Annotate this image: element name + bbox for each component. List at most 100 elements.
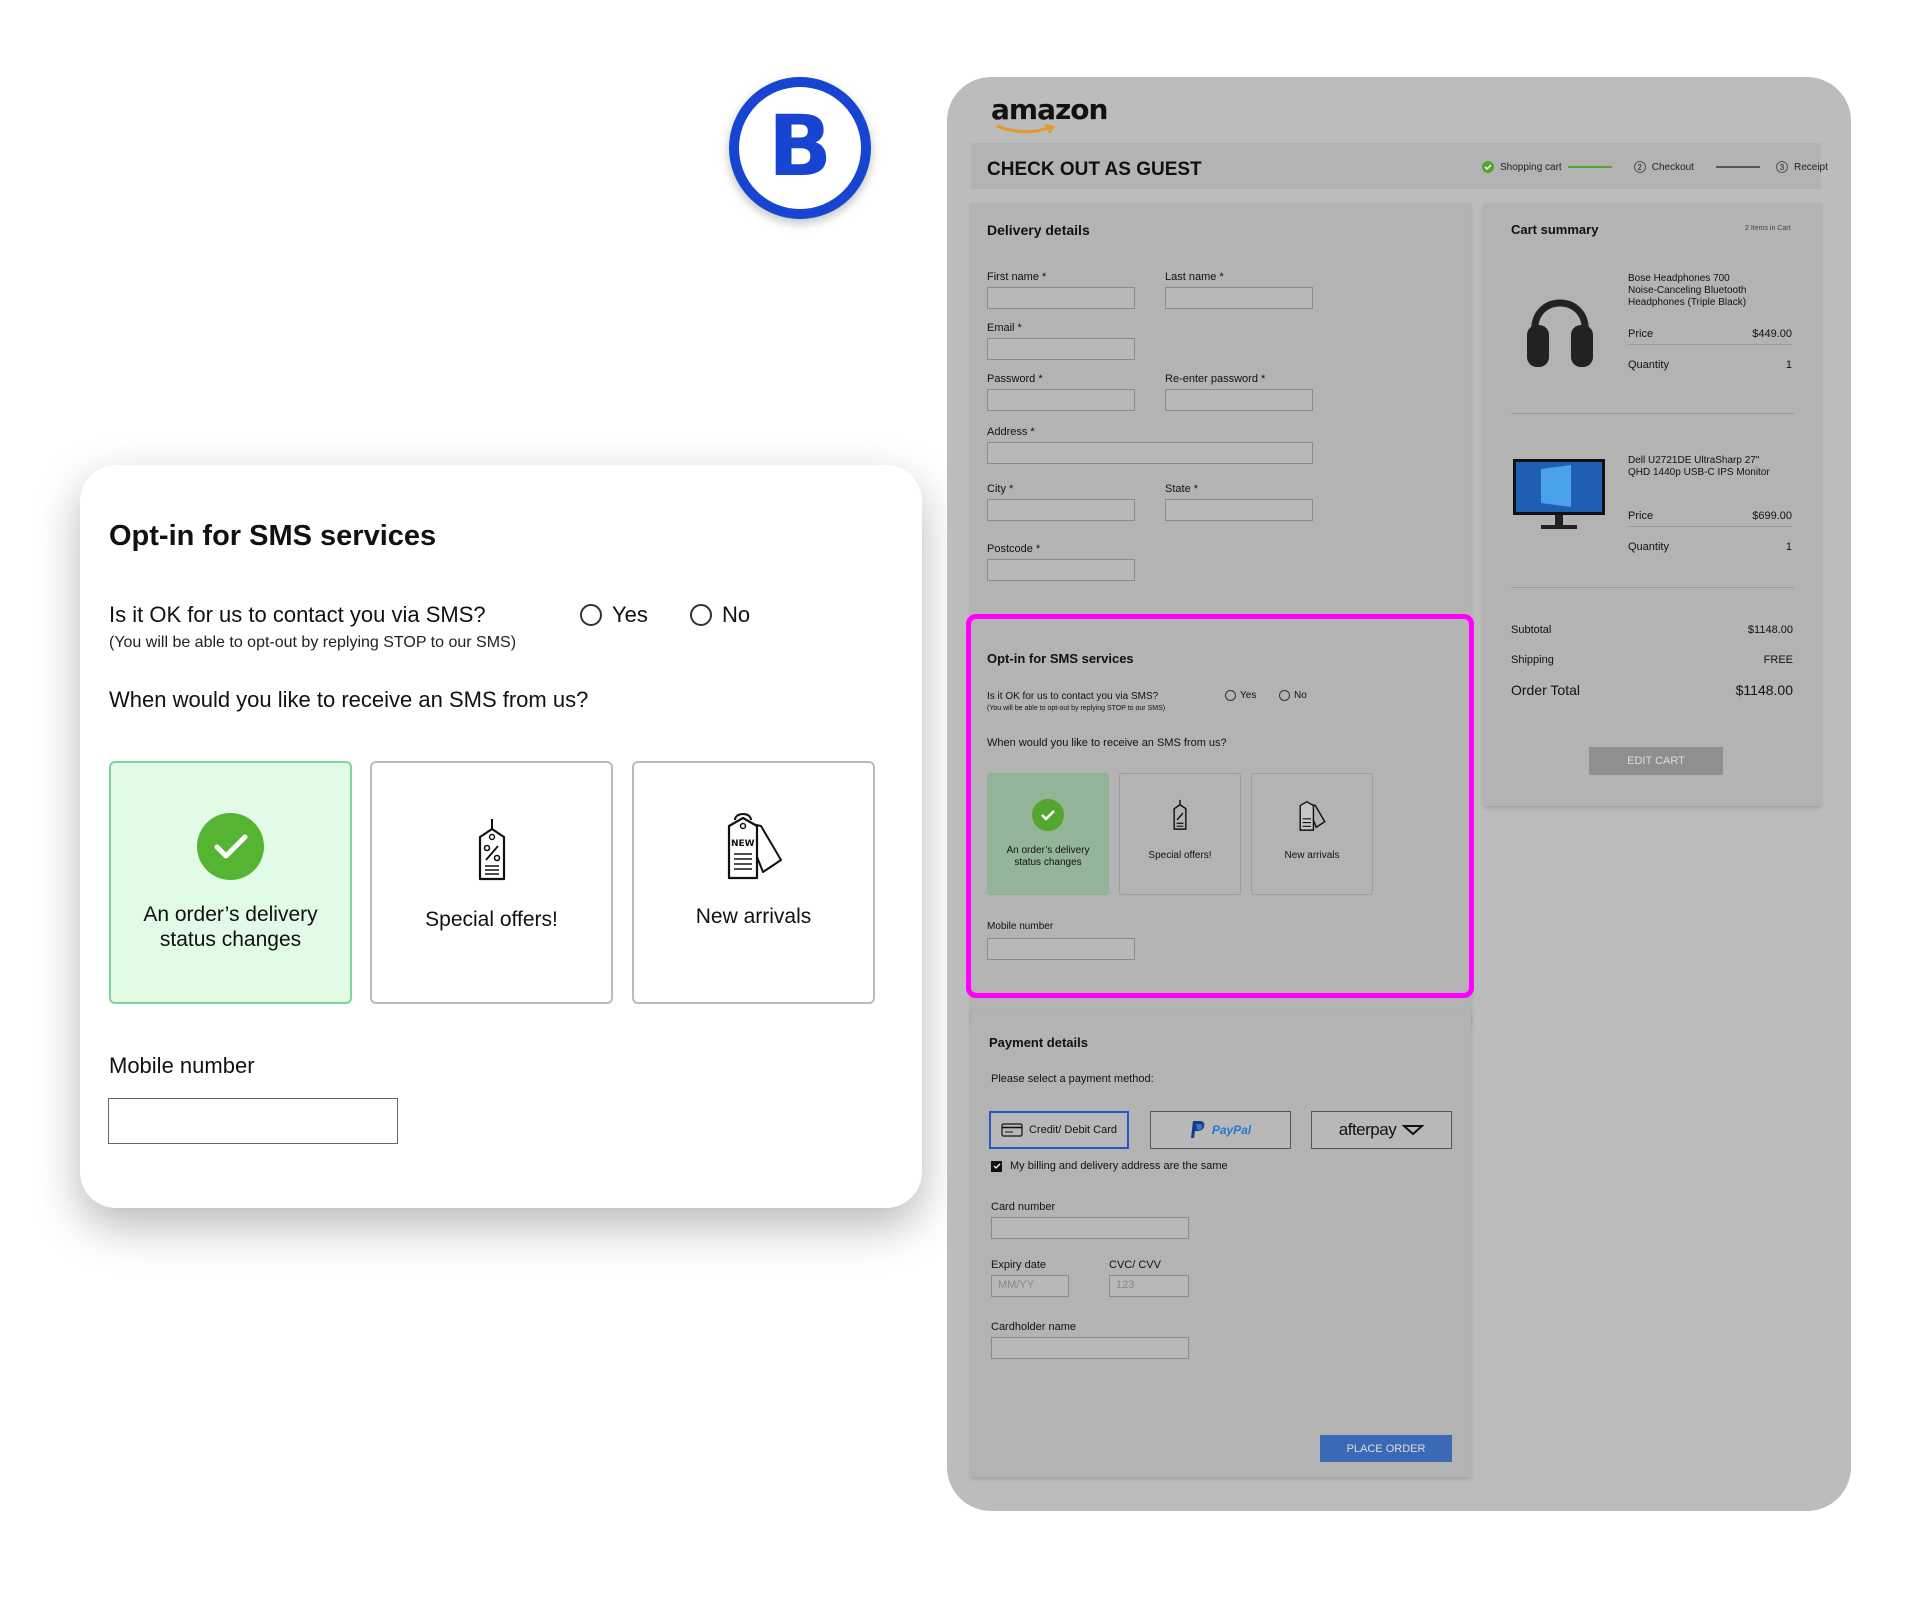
cardholder-input[interactable] (991, 1337, 1189, 1359)
credit-card-method-button[interactable]: Credit/ Debit Card (989, 1111, 1129, 1149)
item-name-line: Headphones (Triple Black) (1628, 297, 1747, 308)
item-1-qty-row: Quantity 1 (1628, 359, 1792, 371)
zoom-radio-no[interactable]: No (690, 602, 750, 628)
payment-title: Payment details (989, 1035, 1088, 1050)
no-label: No (722, 602, 751, 627)
address-label: Address * (987, 426, 1035, 438)
qty-label: Quantity (1628, 541, 1669, 553)
variant-badge: B (729, 77, 871, 219)
city-label: City * (987, 483, 1014, 495)
step-label: Checkout (1651, 161, 1694, 173)
reenter-password-input[interactable] (1165, 389, 1313, 411)
zoom-radio-yes[interactable]: Yes (580, 602, 648, 628)
price-tag-icon (478, 819, 505, 881)
option-label: An order’s delivery (143, 903, 318, 926)
item-1-price-row: Price $449.00 (1628, 328, 1792, 340)
checkout-screenshot-panel: amazon CHECK OUT AS GUEST Shopping cart … (947, 77, 1851, 1511)
password-input[interactable] (987, 389, 1135, 411)
same-address-checkbox[interactable]: My billing and delivery address are the … (991, 1160, 1228, 1172)
option-label: New arrivals (695, 905, 812, 928)
step-label: Receipt (1793, 161, 1828, 173)
card-number-input[interactable] (991, 1217, 1189, 1239)
afterpay-logo-icon (1402, 1125, 1425, 1136)
yes-label: Yes (612, 602, 648, 627)
edit-cart-button[interactable]: EDIT CART (1589, 747, 1723, 775)
zoom-title: Opt-in for SMS services (109, 520, 437, 552)
paypal-method-button[interactable]: PayPal (1150, 1111, 1291, 1149)
price-label: Price (1628, 510, 1654, 522)
svg-text:NEW: NEW (731, 839, 755, 849)
step-number-icon: 2 (1633, 161, 1646, 173)
new-tag-icon: NEW (727, 813, 782, 880)
checkout-title: CHECK OUT AS GUEST (987, 159, 1202, 180)
shipping-row: Shipping FREE (1511, 654, 1793, 666)
item-2-price-row: Price $699.00 (1628, 510, 1792, 522)
last-name-label: Last name * (1165, 271, 1224, 283)
zoom-when-label: When would you like to receive an SMS fr… (109, 687, 589, 712)
divider (1511, 413, 1794, 414)
check-icon (197, 813, 264, 880)
card-number-label: Card number (991, 1201, 1056, 1213)
cvc-input[interactable]: 123 (1109, 1275, 1189, 1297)
payment-select-label: Please select a payment method: (991, 1073, 1154, 1085)
zoom-question: Is it OK for us to contact you via SMS? (109, 602, 486, 627)
checkbox-checked-icon (991, 1160, 1002, 1172)
amazon-logo: amazon (991, 93, 1108, 126)
zoom-option-new-arrivals[interactable]: NEW New arrivals (632, 761, 875, 1004)
credit-card-icon (1001, 1123, 1023, 1137)
step-number-icon: 3 (1775, 161, 1788, 173)
qty-value: 1 (1785, 541, 1792, 553)
order-total-value: $1148.00 (1735, 682, 1793, 698)
cart-title: Cart summary (1511, 222, 1599, 237)
zoom-option-delivery-status[interactable]: An order’s delivery status changes (109, 761, 352, 1004)
radio-circle-icon (580, 604, 602, 626)
city-input[interactable] (987, 499, 1135, 521)
email-input[interactable] (987, 338, 1135, 360)
zoom-mobile-input[interactable] (108, 1098, 398, 1144)
order-total-row: Order Total $1148.00 (1511, 682, 1793, 698)
afterpay-label: afterpay (1338, 1120, 1397, 1139)
price-value: $699.00 (1752, 510, 1792, 522)
paypal-label: PayPal (1211, 1123, 1252, 1137)
postcode-label: Postcode * (987, 543, 1041, 555)
qty-value: 1 (1785, 359, 1792, 371)
shipping-label: Shipping (1511, 654, 1554, 666)
option-label: status changes (159, 928, 302, 951)
item-2-qty-row: Quantity 1 (1628, 541, 1792, 553)
address-input[interactable] (987, 442, 1313, 464)
headphones-image (1527, 299, 1593, 367)
item-1-name: Bose Headphones 700 Noise-Canceling Blue… (1628, 273, 1746, 309)
state-label: State * (1165, 483, 1199, 495)
step-connector (1567, 166, 1612, 168)
email-label: Email * (987, 322, 1022, 334)
cardholder-label: Cardholder name (991, 1321, 1076, 1333)
state-input[interactable] (1165, 499, 1313, 521)
subtotal-label: Subtotal (1511, 624, 1552, 636)
zoom-option-special-offers[interactable]: Special offers! (370, 761, 613, 1004)
order-total-label: Order Total (1511, 682, 1580, 698)
expiry-input[interactable]: MM/YY (991, 1275, 1069, 1297)
option-label: Special offers! (425, 908, 558, 931)
divider (1511, 587, 1794, 588)
price-value: $449.00 (1752, 328, 1792, 340)
item-name-line: Dell U2721DE UltraSharp 27" (1628, 455, 1760, 466)
expiry-label: Expiry date (991, 1259, 1047, 1271)
step-label: Shopping cart (1500, 161, 1562, 173)
place-order-button[interactable]: PLACE ORDER (1320, 1435, 1452, 1462)
zoom-question-note: (You will be able to opt-out by replying… (109, 634, 517, 651)
sms-highlight-frame (966, 614, 1474, 998)
first-name-input[interactable] (987, 287, 1135, 309)
item-name-line: QHD 1440p USB-C IPS Monitor (1628, 467, 1770, 478)
step-done-icon (1482, 161, 1494, 173)
price-label: Price (1628, 328, 1654, 340)
last-name-input[interactable] (1165, 287, 1313, 309)
radio-circle-icon (690, 604, 712, 626)
delivery-title: Delivery details (987, 222, 1090, 238)
cart-item-count: 2 Items in Cart (1745, 225, 1791, 232)
postcode-input[interactable] (987, 559, 1135, 581)
cvc-label: CVC/ CVV (1109, 1259, 1161, 1271)
item-name-line: Noise-Canceling Bluetooth (1628, 285, 1747, 296)
checkout-progress: Shopping cart 2 Checkout 3 Receipt (1482, 161, 1828, 173)
paypal-logo-icon (1190, 1121, 1205, 1138)
afterpay-method-button[interactable]: afterpay (1311, 1111, 1452, 1149)
